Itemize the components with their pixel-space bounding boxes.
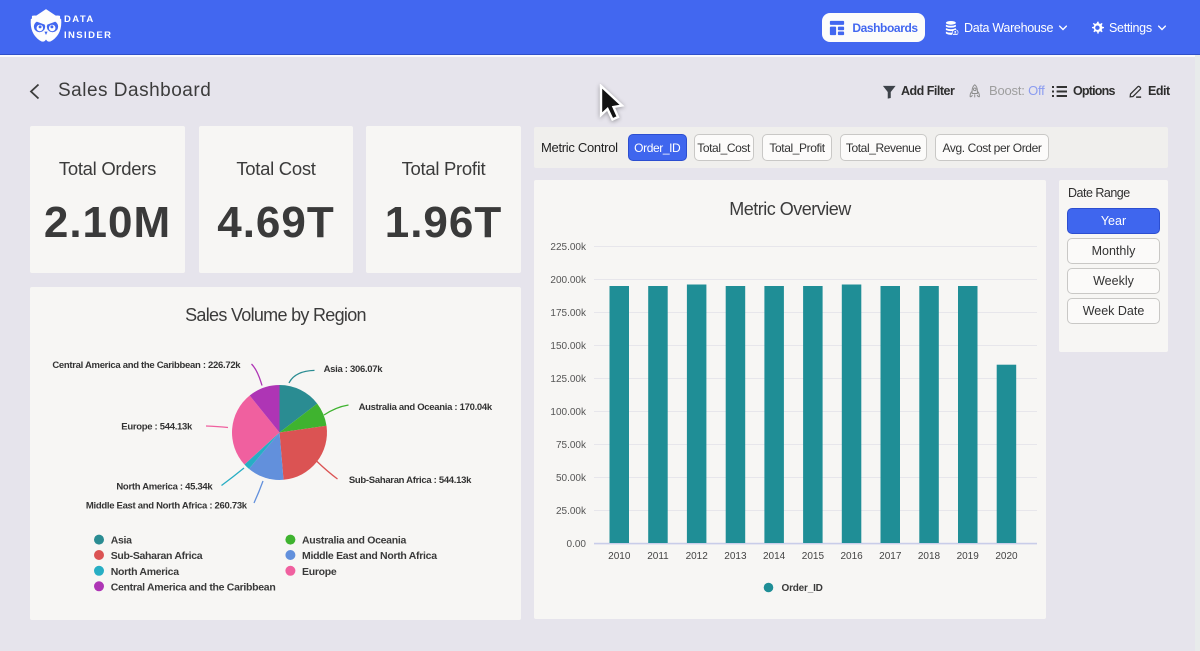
svg-text:150.00k: 150.00k (550, 341, 587, 352)
svg-text:North America : 45.34k: North America : 45.34k (116, 482, 213, 493)
svg-text:North America: North America (111, 566, 180, 578)
svg-text:175.00k: 175.00k (550, 308, 587, 319)
svg-text:Australia and Oceania: Australia and Oceania (302, 535, 406, 547)
svg-text:2019: 2019 (957, 551, 980, 562)
svg-text:2013: 2013 (724, 551, 747, 562)
svg-text:Asia : 306.07k: Asia : 306.07k (324, 364, 384, 375)
svg-text:75.00k: 75.00k (556, 440, 587, 451)
svg-text:2018: 2018 (918, 551, 941, 562)
svg-text:Central America and the Caribb: Central America and the Caribbean : 226.… (52, 360, 241, 371)
svg-text:2017: 2017 (879, 551, 902, 562)
svg-text:2012: 2012 (686, 551, 709, 562)
svg-text:0.00: 0.00 (567, 539, 587, 550)
svg-text:50.00k: 50.00k (556, 473, 587, 484)
svg-text:225.00k: 225.00k (550, 242, 587, 253)
svg-text:2016: 2016 (840, 551, 863, 562)
svg-text:125.00k: 125.00k (550, 374, 587, 385)
svg-text:Sub-Saharan Africa : 544.13k: Sub-Saharan Africa : 544.13k (349, 475, 472, 486)
svg-text:Australia and Oceania : 170.04: Australia and Oceania : 170.04k (359, 402, 493, 413)
svg-text:2011: 2011 (647, 551, 669, 562)
svg-text:100.00k: 100.00k (550, 407, 587, 418)
svg-text:Sub-Saharan Africa: Sub-Saharan Africa (111, 550, 203, 562)
svg-text:200.00k: 200.00k (550, 275, 587, 286)
svg-text:2010: 2010 (608, 551, 631, 562)
svg-text:Order_ID: Order_ID (782, 583, 823, 594)
svg-text:Europe : 544.13k: Europe : 544.13k (121, 422, 193, 433)
svg-text:Europe: Europe (302, 566, 337, 578)
svg-text:2015: 2015 (802, 551, 825, 562)
svg-text:2014: 2014 (763, 551, 786, 562)
svg-text:2020: 2020 (995, 551, 1018, 562)
svg-text:25.00k: 25.00k (556, 506, 587, 517)
svg-text:Asia: Asia (111, 535, 132, 547)
svg-text:Middle East and North Africa: Middle East and North Africa (302, 550, 437, 562)
svg-text:Middle East and North Africa :: Middle East and North Africa : 260.73k (86, 501, 248, 512)
svg-text:Central America and the Caribb: Central America and the Caribbean (111, 581, 276, 593)
